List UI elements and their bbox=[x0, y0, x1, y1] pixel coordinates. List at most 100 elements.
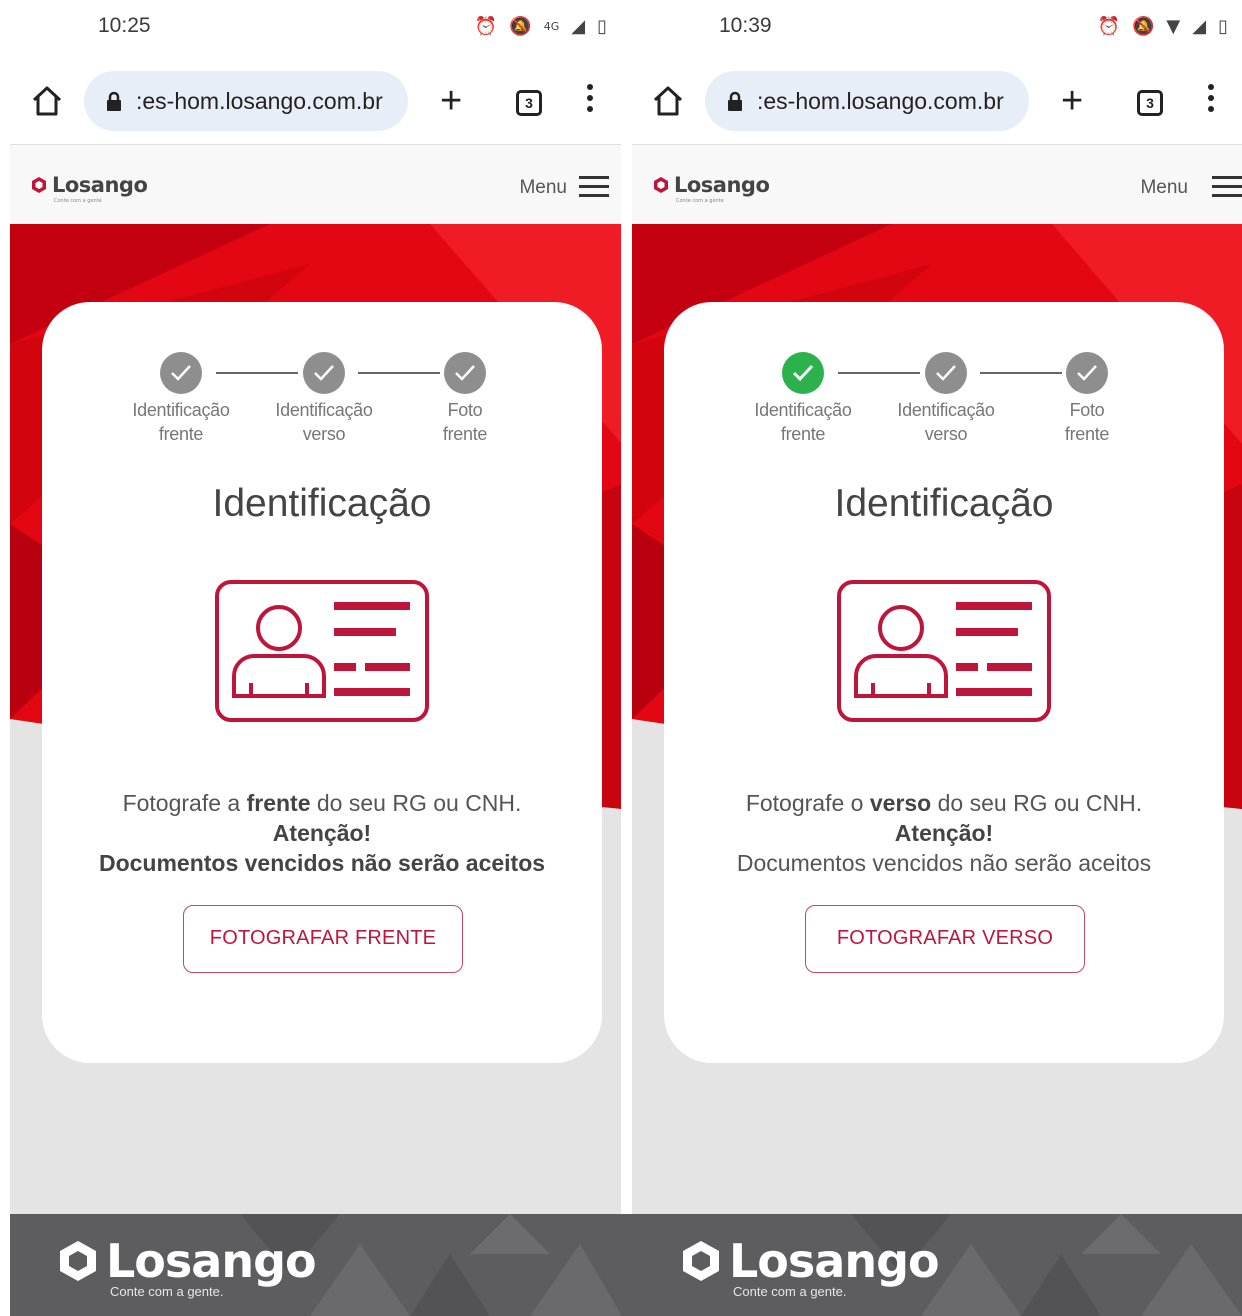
home-icon[interactable] bbox=[651, 84, 685, 118]
step-label-line1: Foto bbox=[1069, 400, 1105, 420]
footer-logo[interactable]: Losango bbox=[56, 1234, 317, 1288]
step-foto-frente: Foto frente bbox=[405, 352, 525, 446]
progress-stepper: Identificação frente Identificação verso… bbox=[42, 352, 602, 452]
instruction-text: Fotografe o verso do seu RG ou CNH. Aten… bbox=[664, 788, 1224, 878]
footer-tagline: Conte com a gente. bbox=[733, 1284, 847, 1299]
progress-stepper: Identificação frente Identificação verso… bbox=[664, 352, 1224, 452]
hamburger-icon[interactable] bbox=[1212, 176, 1242, 198]
bell-off-icon: 🔕 bbox=[1131, 16, 1155, 37]
step-label-line2: frente bbox=[158, 424, 204, 444]
tabs-icon[interactable]: 3 bbox=[1137, 90, 1163, 116]
status-bar: 10:25 ⏰ 🔕 4G ◢ ▯ bbox=[0, 0, 621, 56]
step-circle bbox=[1066, 352, 1108, 394]
check-icon bbox=[171, 365, 191, 381]
step-label-line2: verso bbox=[924, 424, 968, 444]
photograph-front-button[interactable]: FOTOGRAFAR FRENTE bbox=[183, 905, 463, 973]
tabs-icon[interactable]: 3 bbox=[516, 90, 542, 116]
status-time: 10:25 bbox=[98, 14, 151, 37]
url-text: :es-hom.losango.com.br bbox=[757, 87, 1004, 114]
step-identificacao-verso: Identificação verso bbox=[264, 352, 384, 446]
id-card-icon bbox=[837, 580, 1051, 722]
losango-logo[interactable]: Losango Conte com a gente bbox=[30, 173, 148, 204]
step-label-line1: Foto bbox=[447, 400, 483, 420]
step-label-line2: frente bbox=[780, 424, 826, 444]
new-tab-button[interactable]: + bbox=[1061, 82, 1083, 120]
check-icon bbox=[936, 365, 956, 381]
logo-word: Losango bbox=[52, 173, 148, 197]
site-header: Losango Conte com a gente Menu bbox=[10, 144, 621, 224]
warning-text: Documentos vencidos não serão aceitos bbox=[98, 850, 546, 876]
photograph-back-button[interactable]: FOTOGRAFAR VERSO bbox=[805, 905, 1085, 973]
footer: Losango Conte com a gente. bbox=[621, 1214, 1242, 1316]
footer-brand: Losango bbox=[106, 1234, 317, 1288]
browser-toolbar: :es-hom.losango.com.br + 3 bbox=[0, 56, 621, 144]
lock-icon bbox=[107, 91, 121, 111]
url-text: :es-hom.losango.com.br bbox=[136, 87, 383, 114]
alarm-icon: ⏰ bbox=[1097, 16, 1120, 37]
url-bar[interactable]: :es-hom.losango.com.br bbox=[84, 71, 408, 131]
signal-icon: ◢ bbox=[1192, 16, 1207, 37]
alarm-icon: ⏰ bbox=[474, 16, 498, 37]
step-circle bbox=[925, 352, 967, 394]
step-circle bbox=[444, 352, 486, 394]
losango-mark-icon bbox=[32, 177, 46, 193]
footer: Losango Conte com a gente. bbox=[10, 1214, 621, 1316]
screen-front: 10:25 ⏰ 🔕 4G ◢ ▯ :es-hom.losango.com.br … bbox=[0, 0, 621, 1316]
signal-icon: ◢ bbox=[571, 16, 586, 37]
menu-label[interactable]: Menu bbox=[1140, 177, 1188, 199]
step-identificacao-verso: Identificação verso bbox=[886, 352, 1006, 446]
step-identificacao-frente: Identificação frente bbox=[743, 352, 863, 446]
step-label-line1: Identificação bbox=[754, 400, 852, 420]
losango-logo[interactable]: Losango Conte com a gente bbox=[652, 173, 770, 204]
site-header: Losango Conte com a gente Menu bbox=[632, 144, 1242, 224]
check-icon bbox=[455, 365, 475, 381]
step-circle bbox=[160, 352, 202, 394]
step-circle-done bbox=[782, 352, 824, 394]
instruction-pre: Fotografe a bbox=[122, 790, 247, 816]
footer-brand: Losango bbox=[729, 1234, 940, 1288]
status-time: 10:39 bbox=[719, 14, 772, 37]
more-vert-icon[interactable] bbox=[1203, 84, 1219, 120]
step-label-line2: frente bbox=[442, 424, 488, 444]
logo-word: Losango bbox=[674, 173, 770, 197]
bell-off-icon: 🔕 bbox=[509, 16, 532, 37]
menu-label[interactable]: Menu bbox=[519, 177, 567, 199]
more-vert-icon[interactable] bbox=[582, 84, 598, 120]
battery-icon: ▯ bbox=[597, 16, 607, 37]
status-bar: 10:39 ⏰ 🔕 ▼ ◢ ▯ bbox=[621, 0, 1242, 56]
page-title: Identificação bbox=[834, 482, 1054, 525]
battery-icon: ▯ bbox=[1218, 16, 1228, 37]
attention-text: Atenção! bbox=[272, 820, 372, 846]
status-icons: ⏰ 🔕 4G ◢ ▯ bbox=[475, 16, 607, 38]
step-foto-frente: Foto frente bbox=[1027, 352, 1147, 446]
footer-logo[interactable]: Losango bbox=[679, 1234, 940, 1288]
logo-tagline: Conte com a gente bbox=[54, 198, 102, 204]
hamburger-icon[interactable] bbox=[579, 176, 609, 198]
new-tab-button[interactable]: + bbox=[440, 82, 462, 120]
footer-tagline: Conte com a gente. bbox=[110, 1284, 224, 1299]
identification-card: Identificação frente Identificação verso… bbox=[42, 302, 602, 1063]
step-label-line1: Identificação bbox=[897, 400, 995, 420]
step-label-line1: Identificação bbox=[275, 400, 373, 420]
step-label-line1: Identificação bbox=[132, 400, 230, 420]
step-label-line2: frente bbox=[1064, 424, 1110, 444]
check-icon bbox=[792, 364, 814, 382]
losango-mark-icon bbox=[683, 1241, 719, 1281]
network-type: 4G bbox=[543, 20, 560, 33]
status-icons: ⏰ 🔕 ▼ ◢ ▯ bbox=[1098, 16, 1228, 38]
home-icon[interactable] bbox=[30, 84, 64, 118]
step-label-line2: verso bbox=[302, 424, 346, 444]
page-title: Identificação bbox=[212, 482, 432, 525]
attention-text: Atenção! bbox=[894, 820, 994, 846]
identification-card: Identificação frente Identificação verso… bbox=[664, 302, 1224, 1063]
step-circle bbox=[303, 352, 345, 394]
instruction-post: do seu RG ou CNH. bbox=[931, 790, 1143, 816]
url-bar[interactable]: :es-hom.losango.com.br bbox=[705, 71, 1029, 131]
id-card-icon bbox=[215, 580, 429, 722]
losango-mark-icon bbox=[654, 177, 668, 193]
warning-text: Documentos vencidos não serão aceitos bbox=[736, 850, 1152, 876]
losango-mark-icon bbox=[60, 1241, 96, 1281]
screen-back: 10:39 ⏰ 🔕 ▼ ◢ ▯ :es-hom.losango.com.br +… bbox=[621, 0, 1242, 1316]
check-icon bbox=[314, 365, 334, 381]
instruction-text: Fotografe a frente do seu RG ou CNH. Ate… bbox=[42, 788, 602, 878]
